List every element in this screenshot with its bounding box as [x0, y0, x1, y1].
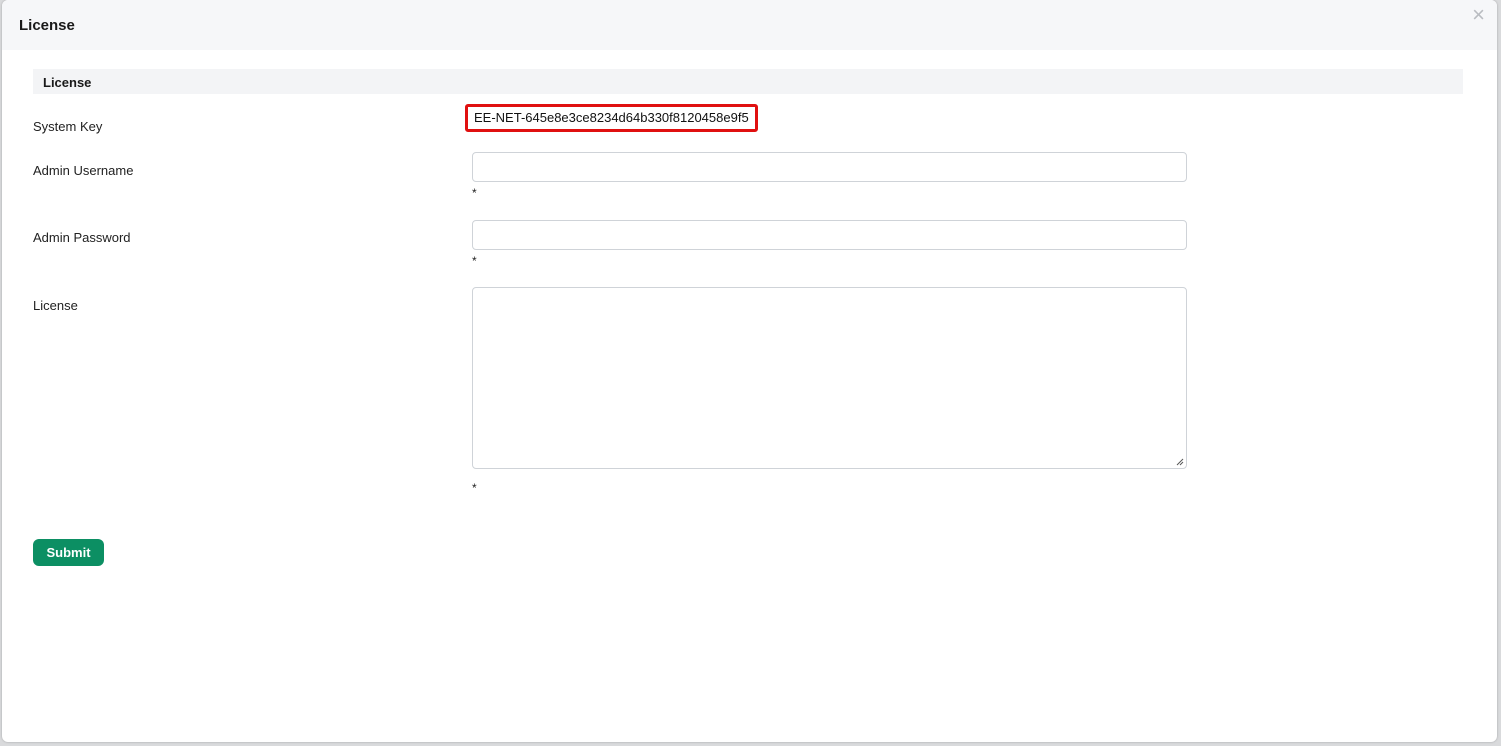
admin-username-input[interactable]	[472, 152, 1187, 182]
admin-password-label: Admin Password	[33, 230, 131, 245]
license-dialog: License × License System Key EE-NET-645e…	[2, 0, 1497, 742]
license-label: License	[33, 298, 78, 313]
admin-username-required-mark: *	[472, 186, 477, 200]
system-key-label: System Key	[33, 119, 103, 134]
close-icon[interactable]: ×	[1472, 4, 1485, 26]
submit-button[interactable]: Submit	[33, 539, 104, 566]
dialog-title: License	[19, 17, 75, 34]
admin-password-input[interactable]	[472, 220, 1187, 250]
section-header: License	[33, 69, 1463, 94]
resize-handle-icon[interactable]	[1176, 458, 1184, 466]
system-key-value: EE-NET-645e8e3ce8234d64b330f8120458e9f5	[465, 104, 758, 132]
license-textarea[interactable]	[472, 287, 1187, 469]
dialog-header: License ×	[2, 0, 1497, 50]
admin-password-required-mark: *	[472, 254, 477, 268]
section-title: License	[43, 75, 92, 90]
admin-username-label: Admin Username	[33, 163, 134, 178]
license-required-mark: *	[472, 481, 477, 495]
